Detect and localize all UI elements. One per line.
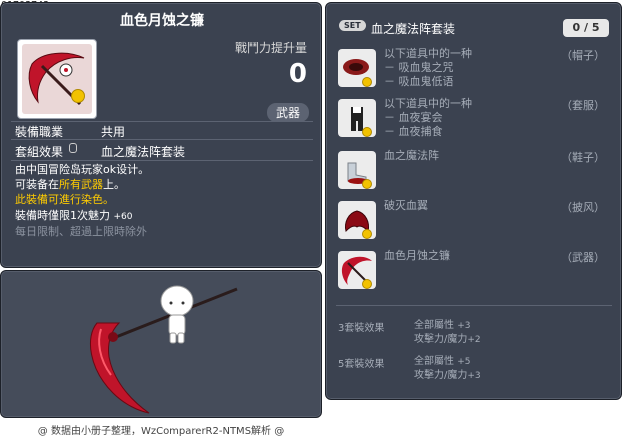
job-label: 裝備職業 [15, 125, 64, 139]
set-item-line: 以下道具中的一种 [384, 97, 472, 110]
set-item-slot: （套服） [561, 99, 605, 112]
set-item: 以下道具中的一种 － 吸血鬼之咒 － 吸血鬼低语 （帽子） [326, 47, 622, 91]
set-item-line: － 血夜宴会 [384, 111, 443, 124]
effect-stat: 全部屬性 [414, 320, 454, 331]
set-item: 破灭血翼 （披风） [326, 199, 622, 243]
desc-equip-highlight: 所有武器 [59, 178, 103, 191]
desc-limit: 每日限制、超過上限時除外 [15, 225, 147, 238]
desc-charm-value: +60 [113, 212, 133, 222]
desc-designer: 由中国冒险岛玩家ok设计。 [15, 163, 150, 176]
set-item: 血色月蚀之镰 （武器） [326, 249, 622, 293]
set-item-slot: （武器） [561, 251, 605, 264]
set-count: 0 / 5 [563, 19, 609, 37]
item-icon-frame [17, 39, 97, 119]
scythe-icon [22, 44, 92, 114]
category-badge: 武器 [266, 103, 309, 122]
effect-stat: 全部屬性 [414, 356, 454, 367]
set-effect-tier-label: 5套裝效果 [338, 359, 385, 370]
set-effect-tier-text: 全部屬性 +3 攻擊力/魔力+2 [414, 319, 481, 347]
set-item-line: 血之魔法阵 [384, 149, 439, 162]
desc-equip-prefix: 可装备在 [15, 178, 59, 191]
effect-stat: 攻擊力/魔力 [414, 370, 468, 381]
attack-increase-value: 0 [288, 59, 307, 89]
set-effect-value: 血之魔法阵套装 [101, 145, 186, 159]
set-item: 血之魔法阵 （鞋子） [326, 149, 622, 193]
footer-credit: @ 数据由小册子整理，WzComparerR2-NTMS解析 @ [37, 426, 285, 437]
divider [336, 305, 612, 306]
effect-stat-value: +3 [457, 321, 471, 331]
set-badge: SET [339, 20, 366, 31]
set-effect-tier-label: 3套裝效果 [338, 323, 385, 334]
item-title: 血色月蚀之镰 [120, 13, 204, 29]
effect-stat-value: +3 [467, 371, 481, 381]
attack-increase-label: 戰鬥力提升量 [234, 41, 307, 55]
effect-stat-value: +5 [457, 357, 471, 367]
coin-icon [362, 127, 372, 137]
set-info-panel: SET 血之魔法阵套装 0 / 5 以下道具中的一种 － 吸血鬼之咒 － 吸血鬼… [325, 2, 622, 400]
set-item-text: 以下道具中的一种 － 吸血鬼之咒 － 吸血鬼低语 [384, 47, 472, 89]
set-item: 以下道具中的一种 － 血夜宴会 － 血夜捕食 （套服） [326, 97, 622, 141]
set-item-text: 血色月蚀之镰 [384, 249, 450, 263]
item-tooltip-panel: 血色月蚀之镰 戰鬥力提升量 0 武器 裝備職業 共用 套組效果 血之魔法阵套装 … [0, 2, 322, 268]
character-preview [90, 285, 238, 414]
divider [11, 160, 313, 161]
set-effect-tier-text: 全部屬性 +5 攻擊力/魔力+3 [414, 355, 481, 383]
set-item-slot: （帽子） [561, 49, 605, 62]
set-item-text: 以下道具中的一种 － 血夜宴会 － 血夜捕食 [384, 97, 472, 139]
set-name: 血之魔法阵套装 [371, 22, 456, 36]
set-item-line: － 血夜捕食 [384, 125, 443, 138]
desc-equip-suffix: 上。 [103, 178, 125, 191]
coin-icon [362, 77, 372, 87]
desc-charm: 裝備時僅限1次魅力 +60 [15, 209, 133, 224]
divider [11, 121, 313, 122]
desc-dye: 此裝備可進行染色。 [15, 193, 114, 206]
effect-stat: 攻擊力/魔力 [414, 334, 468, 345]
coin-icon [71, 89, 85, 103]
set-effect-label: 套組效果 [15, 145, 64, 159]
divider [11, 139, 313, 140]
set-item-slot: （鞋子） [561, 151, 605, 164]
set-item-line: 破灭血翼 [384, 199, 428, 212]
set-item-text: 破灭血翼 [384, 199, 428, 213]
set-item-line: － 吸血鬼之咒 [384, 61, 454, 74]
job-value: 共用 [101, 125, 126, 139]
coin-icon [362, 279, 372, 289]
set-item-line: 以下道具中的一种 [384, 47, 472, 60]
lock-icon [69, 143, 77, 153]
desc-charm-label: 裝備時僅限1次魅力 [15, 209, 110, 222]
coin-icon [362, 229, 372, 239]
set-item-text: 血之魔法阵 [384, 149, 439, 163]
set-item-line: － 吸血鬼低语 [384, 75, 454, 88]
set-item-slot: （披风） [561, 201, 605, 214]
effect-stat-value: +2 [467, 335, 481, 345]
character-preview-panel [0, 270, 322, 418]
coin-icon [362, 179, 372, 189]
set-item-line: 血色月蚀之镰 [384, 249, 450, 262]
desc-equip-slot: 可装备在所有武器上。 [15, 178, 125, 192]
